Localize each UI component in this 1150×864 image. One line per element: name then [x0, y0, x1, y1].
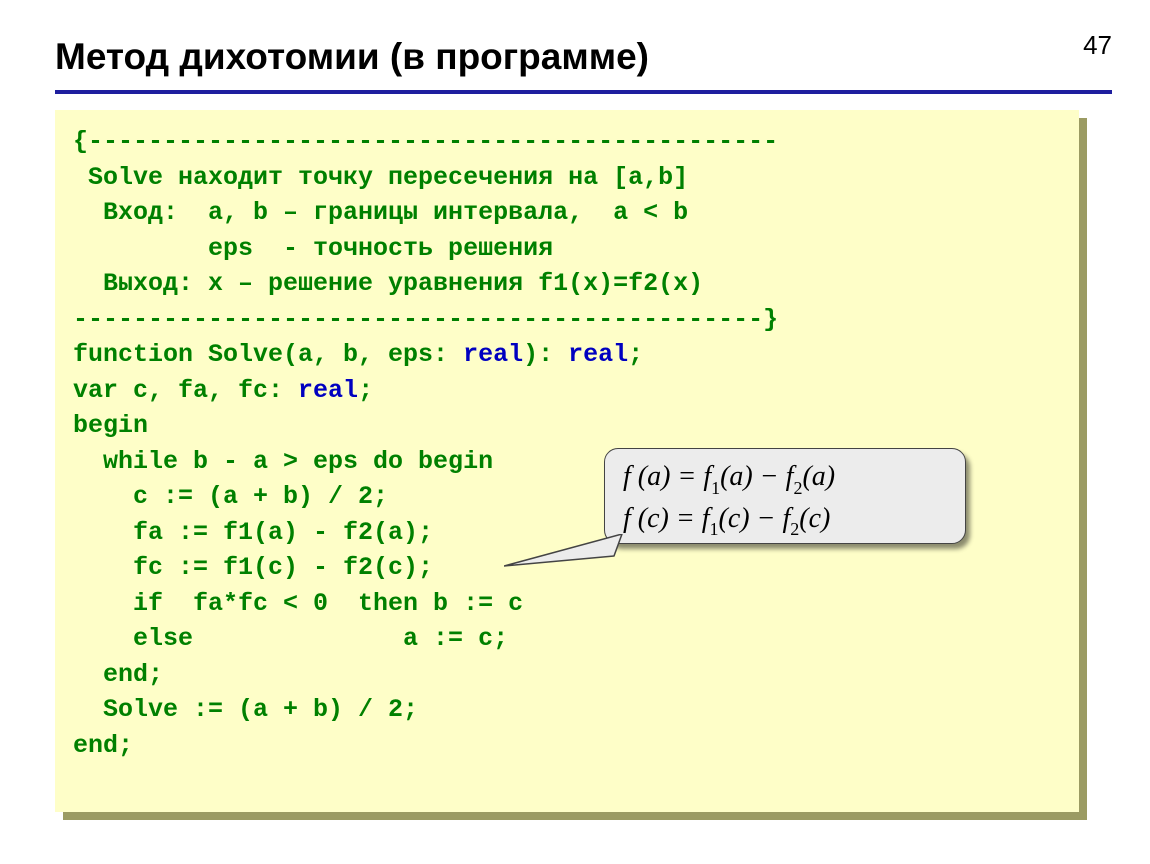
code-block: {---------------------------------------…: [73, 124, 1061, 763]
code-line: begin: [73, 411, 148, 440]
formula-sub: 1: [710, 519, 719, 539]
formula-text: (a): [802, 461, 835, 492]
code-line: {---------------------------------------…: [73, 127, 778, 156]
formula-sub: 2: [793, 478, 802, 498]
code-line: fa := f1(a) - f2(a);: [73, 518, 433, 547]
code-line: ----------------------------------------…: [73, 305, 778, 334]
code-line: function Solve(a, b, eps: real): real;: [73, 340, 643, 369]
keyword-real: real: [463, 340, 523, 369]
code-line: Выход: x – решение уравнения f1(x)=f2(x): [73, 269, 703, 298]
title-rule: [55, 90, 1112, 94]
keyword-real: real: [568, 340, 628, 369]
code-line: var c, fa, fc: real;: [73, 376, 373, 405]
code-line: if fa*fc < 0 then b := c: [73, 589, 523, 618]
slide-title: Метод дихотомии (в программе): [55, 36, 649, 78]
code-line: c := (a + b) / 2;: [73, 482, 388, 511]
formula-callout: f (a) = f1(a) − f2(a) f (c) = f1(c) − f2…: [604, 448, 966, 544]
page-number: 47: [1083, 30, 1112, 61]
code-text: ;: [358, 376, 373, 405]
code-line: fc := f1(c) - f2(c);: [73, 553, 433, 582]
code-text: function Solve(a, b, eps:: [73, 340, 463, 369]
formula-text: f (c) = f: [623, 503, 710, 534]
code-line: Solve находит точку пересечения на [a,b]: [73, 163, 688, 192]
formula-text: (c) − f: [719, 503, 791, 534]
slide: 47 Метод дихотомии (в программе) {------…: [0, 0, 1150, 864]
formula-line-1: f (a) = f1(a) − f2(a): [623, 457, 947, 499]
code-line: Вход: a, b – границы интервала, a < b: [73, 198, 688, 227]
code-text: var c, fa, fc:: [73, 376, 298, 405]
code-text: ):: [523, 340, 568, 369]
code-line: end;: [73, 731, 133, 760]
code-text: ;: [628, 340, 643, 369]
formula-text: f (a) = f: [623, 461, 711, 492]
formula-text: (c): [799, 503, 830, 534]
code-line: eps - точность решения: [73, 234, 553, 263]
formula-line-2: f (c) = f1(c) − f2(c): [623, 499, 947, 541]
code-line: while b - a > eps do begin: [73, 447, 493, 476]
formula-sub: 1: [711, 478, 720, 498]
keyword-real: real: [298, 376, 358, 405]
code-line: end;: [73, 660, 163, 689]
code-line: else a := c;: [73, 624, 508, 653]
code-line: Solve := (a + b) / 2;: [73, 695, 418, 724]
formula-text: (a) − f: [720, 461, 793, 492]
formula-sub: 2: [790, 519, 799, 539]
